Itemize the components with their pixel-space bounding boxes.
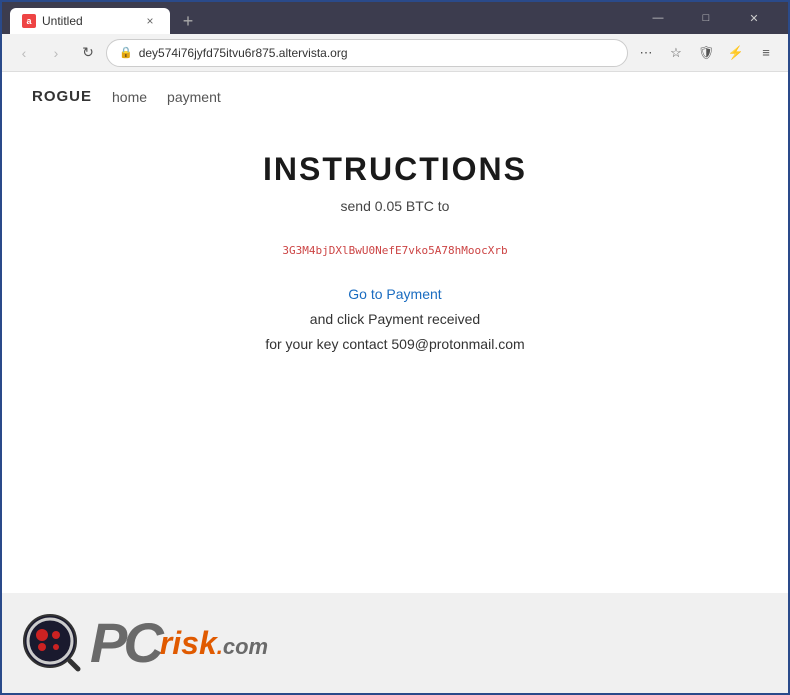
pcrisk-text-logo: PC risk.com — [90, 615, 268, 671]
refresh-button[interactable]: ↻ — [74, 39, 102, 67]
main-content: INSTRUCTIONS send 0.05 BTC to 3G3M4bjDXl… — [2, 121, 788, 593]
tab-title: Untitled — [42, 14, 136, 28]
contact-line: for your key contact 509@protonmail.com — [265, 332, 524, 357]
menu-button[interactable]: ≡ — [752, 39, 780, 67]
click-payment-line: and click Payment received — [265, 307, 524, 332]
nav-link-home[interactable]: home — [112, 89, 147, 105]
site-brand: ROGUE — [32, 88, 92, 105]
extensions-button[interactable]: ⚡ — [722, 39, 750, 67]
payment-link[interactable]: Go to Payment — [348, 286, 441, 302]
window-controls: — □ ✕ — [632, 4, 780, 32]
forward-button[interactable]: › — [42, 39, 70, 67]
pcrisk-logo-icon — [22, 613, 82, 673]
watermark-area: PC risk.com — [2, 593, 788, 693]
back-button[interactable]: ‹ — [10, 39, 38, 67]
address-bar[interactable]: 🔒 dey574i76jyfd75itvu6r875.altervista.or… — [106, 39, 628, 67]
browser-tab[interactable]: a Untitled × — [10, 8, 170, 34]
browser-window: a Untitled × + — □ ✕ ‹ › ↻ 🔒 dey574i76jy… — [0, 0, 790, 695]
page-content: ROGUE home payment INSTRUCTIONS send 0.0… — [2, 72, 788, 693]
tab-close-button[interactable]: × — [142, 13, 158, 29]
navigation-bar: ‹ › ↻ 🔒 dey574i76jyfd75itvu6r875.altervi… — [2, 34, 788, 72]
tab-favicon: a — [22, 14, 36, 28]
page-title: INSTRUCTIONS — [263, 151, 527, 188]
nav-icons: ⋯ ☆ 🛡 ⚡ ≡ — [632, 39, 780, 67]
tab-area: a Untitled × + — [10, 2, 632, 34]
btc-subtitle: send 0.05 BTC to — [341, 198, 450, 214]
payment-instructions: Go to Payment and click Payment received… — [265, 282, 524, 358]
site-navigation: ROGUE home payment — [2, 72, 788, 121]
logo-dot: risk.com — [160, 627, 268, 660]
shield-button[interactable]: 🛡 — [692, 39, 720, 67]
title-bar: a Untitled × + — □ ✕ — [2, 2, 788, 34]
security-icon: 🔒 — [119, 46, 133, 59]
more-button[interactable]: ⋯ — [632, 39, 660, 67]
go-to-payment-line: Go to Payment — [265, 282, 524, 307]
logo-pc-text: PC — [90, 615, 160, 671]
minimize-button[interactable]: — — [636, 4, 680, 32]
new-tab-button[interactable]: + — [174, 8, 202, 34]
close-window-button[interactable]: ✕ — [732, 4, 776, 32]
logo-com-text: com — [223, 634, 268, 659]
maximize-button[interactable]: □ — [684, 4, 728, 32]
logo-risk-text: risk — [160, 625, 217, 661]
address-text: dey574i76jyfd75itvu6r875.altervista.org — [139, 46, 615, 60]
btc-address: 3G3M4bjDXlBwU0NefE7vko5A78hMoocXrb — [282, 244, 507, 257]
nav-link-payment[interactable]: payment — [167, 89, 221, 105]
bookmark-button[interactable]: ☆ — [662, 39, 690, 67]
